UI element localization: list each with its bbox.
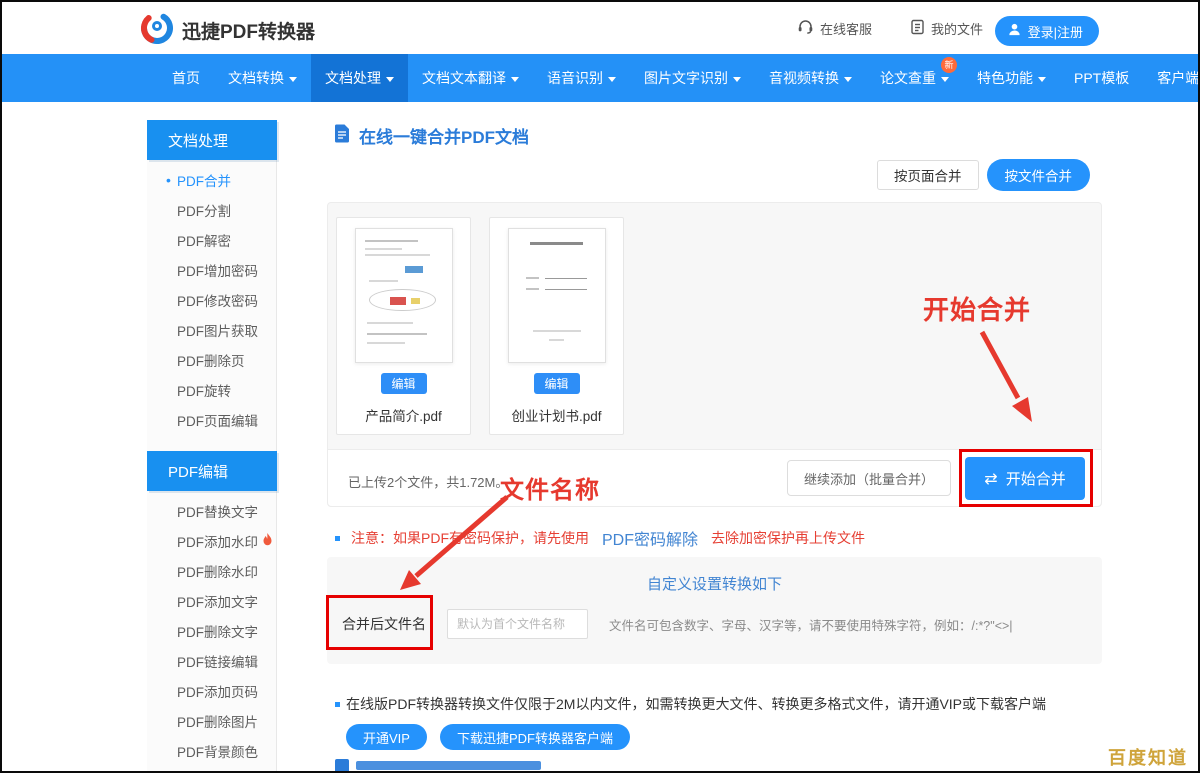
nav-item-av-convert[interactable]: 音视频转换	[755, 54, 866, 102]
file-card-1[interactable]: 编辑 产品简介.pdf	[336, 217, 471, 435]
sidebar-item-pdf-merge[interactable]: •PDF合并	[147, 165, 277, 195]
settings-title: 自定义设置转换如下	[327, 573, 1102, 594]
continue-add-button[interactable]: 继续添加（批量合并）	[787, 460, 951, 496]
sidebar-item-pdf-add-password[interactable]: •PDF增加密码	[147, 255, 277, 285]
sidebar-list-pdf-edit: •PDF替换文字 •PDF添加水印 •PDF删除水印 •PDF添加文字 •PDF…	[147, 491, 277, 772]
sidebar-list-doc-process: •PDF合并 •PDF分割 •PDF解密 •PDF增加密码 •PDF修改密码 •…	[147, 160, 277, 441]
note-prefix: 注意：如果PDF有密码保护，请先使用	[351, 528, 589, 548]
vip-section: 在线版PDF转换器转换文件仅限于2M以内文件，如需转换更大文件、转换更多格式文件…	[335, 694, 1046, 750]
custom-settings-section: 自定义设置转换如下 合并后文件名 文件名可包含数字、字母、汉字等，请不要使用特殊…	[327, 557, 1102, 664]
bullet-icon	[335, 702, 340, 707]
new-badge: 新	[941, 57, 957, 73]
top-header: 迅捷PDF转换器 在线客服	[2, 2, 1198, 54]
nav-item-doc-process[interactable]: 文档处理	[311, 54, 408, 102]
sidebar-item-pdf-change-password[interactable]: •PDF修改密码	[147, 285, 277, 315]
my-files-label: 我的文件	[931, 19, 983, 38]
nav-item-special-features[interactable]: 特色功能	[963, 54, 1060, 102]
edit-badge-2[interactable]: 编辑	[534, 373, 580, 394]
login-register-label: 登录|注册	[1028, 22, 1083, 41]
sidebar-item-pdf-split[interactable]: •PDF分割	[147, 195, 277, 225]
my-files-link[interactable]: 我的文件	[910, 19, 983, 38]
clipped-title-bar	[356, 761, 541, 770]
download-client-button[interactable]: 下载迅捷PDF转换器客户端	[440, 724, 630, 750]
page-title-text: 在线一键合并PDF文档	[359, 123, 529, 148]
online-service-label: 在线客服	[820, 19, 872, 38]
nav-item-doc-translate[interactable]: 文档文本翻译	[408, 54, 533, 102]
file-card-2[interactable]: 编辑 创业计划书.pdf	[489, 217, 624, 435]
nav-item-doc-convert[interactable]: 文档转换	[214, 54, 311, 102]
vip-limit-text: 在线版PDF转换器转换文件仅限于2M以内文件，如需转换更大文件、转换更多格式文件…	[346, 694, 1046, 714]
nav-item-client[interactable]: 客户端	[1143, 54, 1200, 102]
annotation-file-name: 文件名称	[500, 470, 600, 505]
brand-name: 迅捷PDF转换器	[182, 17, 315, 44]
note-suffix: 去除加密保护再上传文件	[711, 528, 865, 548]
headset-icon	[797, 18, 814, 38]
sidebar-item-pdf-delete-images[interactable]: •PDF删除图片	[147, 706, 277, 736]
chevron-down-icon	[386, 77, 394, 82]
section-icon	[335, 759, 349, 773]
sidebar-item-pdf-remove-watermark[interactable]: •PDF删除水印	[147, 556, 277, 586]
online-service-link[interactable]: 在线客服	[797, 18, 872, 38]
edit-badge-1[interactable]: 编辑	[381, 373, 427, 394]
main-nav: 首页 文档转换 文档处理 文档文本翻译 语音识别 图片文字识别 音视频转换 论文…	[2, 54, 1198, 102]
filename-hint: 文件名可包含数字、字母、汉字等，请不要使用特殊字符，例如：/:*?"<>|	[609, 615, 1013, 634]
file-name-2: 创业计划书.pdf	[511, 405, 601, 425]
sidebar-item-pdf-extract-images[interactable]: •PDF图片获取	[147, 315, 277, 345]
bullet-icon	[335, 536, 340, 541]
pdf-password-remove-link[interactable]: PDF密码解除	[602, 526, 698, 550]
document-icon	[910, 19, 925, 38]
file-name-1: 产品简介.pdf	[365, 405, 442, 425]
chevron-down-icon	[844, 77, 852, 82]
password-note: 注意：如果PDF有密码保护，请先使用 PDF密码解除 去除加密保护再上传文件	[335, 526, 865, 550]
nav-item-paper-check[interactable]: 论文查重新	[866, 54, 963, 102]
nav-item-ppt-templates[interactable]: PPT模板	[1060, 54, 1143, 102]
sidebar-item-pdf-delete-text[interactable]: •PDF删除文字	[147, 616, 277, 646]
merge-by-file-button[interactable]: 按文件合并	[987, 159, 1091, 191]
sidebar-item-pdf-delete-pages[interactable]: •PDF删除页	[147, 345, 277, 375]
nav-item-home[interactable]: 首页	[158, 54, 214, 102]
sidebar-section-pdf-edit: PDF编辑	[147, 451, 277, 491]
merge-by-page-button[interactable]: 按页面合并	[877, 160, 979, 190]
sidebar-section-doc-process: 文档处理	[147, 120, 277, 160]
page-title-icon	[334, 124, 350, 148]
sidebar-item-pdf-link-edit[interactable]: •PDF链接编辑	[147, 646, 277, 676]
highlight-box-filename-label	[326, 595, 433, 650]
chevron-down-icon	[608, 77, 616, 82]
chevron-down-icon	[289, 77, 297, 82]
nav-item-speech-recognition[interactable]: 语音识别	[533, 54, 630, 102]
pdf-thumbnail-1	[355, 228, 453, 363]
sidebar-item-pdf-add-text[interactable]: •PDF添加文字	[147, 586, 277, 616]
sidebar-item-pdf-rotate[interactable]: •PDF旋转	[147, 375, 277, 405]
active-bullet: •	[166, 172, 177, 188]
sidebar-item-pdf-decrypt[interactable]: •PDF解密	[147, 225, 277, 255]
watermark: 百度知道	[1108, 744, 1188, 770]
partially-visible-section-header	[335, 759, 541, 773]
chevron-down-icon	[1038, 77, 1046, 82]
chevron-down-icon	[941, 77, 949, 82]
fire-icon	[262, 533, 273, 549]
upload-status-text: 已上传2个文件，共1.72M。	[348, 472, 508, 491]
sidebar-item-pdf-replace-text[interactable]: •PDF替换文字	[147, 496, 277, 526]
user-icon	[1007, 22, 1022, 40]
login-register-button[interactable]: 登录|注册	[995, 16, 1099, 46]
sidebar-item-pdf-add-watermark[interactable]: •PDF添加水印	[147, 526, 277, 556]
brand-logo-icon	[140, 11, 174, 50]
highlight-box-start-merge	[959, 449, 1093, 507]
brand-logo[interactable]: 迅捷PDF转换器	[140, 11, 315, 50]
merged-filename-input[interactable]	[447, 609, 588, 639]
sidebar-item-pdf-add-page-numbers[interactable]: •PDF添加页码	[147, 676, 277, 706]
chevron-down-icon	[733, 77, 741, 82]
open-vip-button[interactable]: 开通VIP	[346, 724, 427, 750]
nav-item-ocr[interactable]: 图片文字识别	[630, 54, 755, 102]
pdf-thumbnail-2	[508, 228, 606, 363]
pdf-converter-page: 迅捷PDF转换器 在线客服	[0, 0, 1200, 773]
page-title: 在线一键合并PDF文档	[334, 123, 529, 148]
chevron-down-icon	[511, 77, 519, 82]
annotation-start-merge: 开始合并	[923, 290, 1031, 327]
sidebar-item-pdf-background-color[interactable]: •PDF背景颜色	[147, 736, 277, 766]
sidebar: 文档处理 •PDF合并 •PDF分割 •PDF解密 •PDF增加密码 •PDF修…	[147, 120, 277, 771]
sidebar-item-pdf-page-edit[interactable]: •PDF页面编辑	[147, 405, 277, 435]
